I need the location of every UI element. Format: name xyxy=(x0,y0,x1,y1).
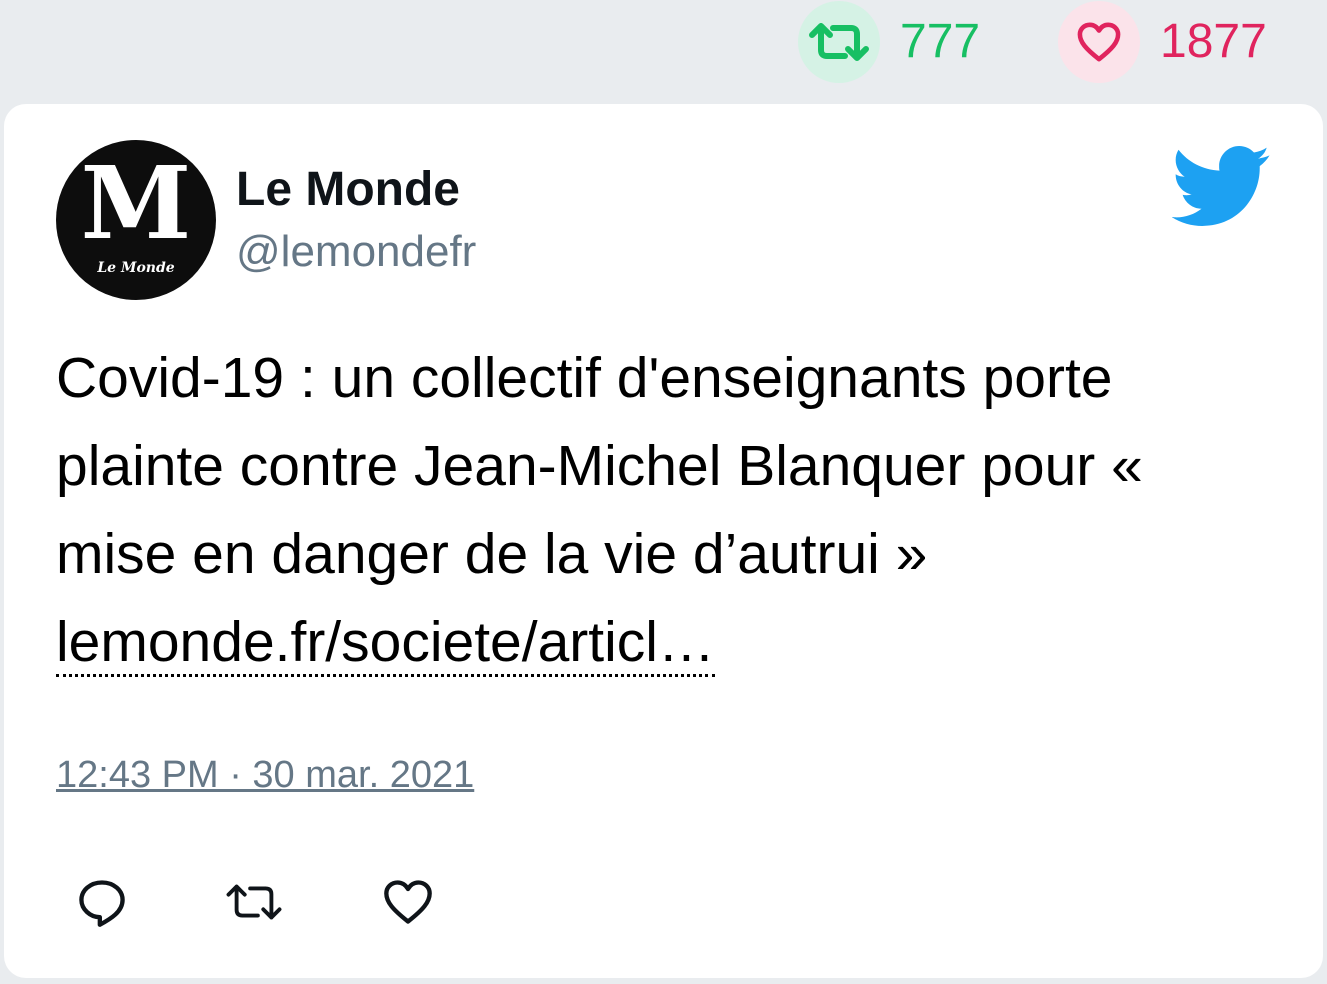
retweet-icon[interactable] xyxy=(798,1,880,83)
twitter-bird-icon[interactable] xyxy=(1172,146,1272,228)
like-count: 1877 xyxy=(1160,15,1267,68)
engagement-stats: 777 1877 xyxy=(0,0,1327,100)
tweet-timestamp[interactable]: 12:43 PM · 30 mar. 2021 xyxy=(56,756,474,794)
le-monde-logo: M xyxy=(80,144,192,262)
tweet-card: M Le Monde Le Monde @lemondefr Covid-19 … xyxy=(4,104,1323,978)
heart-icon[interactable] xyxy=(378,872,438,932)
tweet-body: Covid-19 : un collectif d'enseignants po… xyxy=(56,346,1143,586)
like-stat[interactable]: 1877 xyxy=(1058,0,1267,84)
author-name[interactable]: Le Monde xyxy=(236,166,460,214)
heart-icon[interactable] xyxy=(1058,1,1140,83)
retweet-count: 777 xyxy=(900,15,981,68)
le-monde-logo-caption: Le Monde xyxy=(97,260,175,276)
author-handle[interactable]: @lemondefr xyxy=(236,230,476,274)
article-link[interactable]: lemonde.fr/societe/articl… xyxy=(56,610,715,677)
tweet-text: Covid-19 : un collectif d'enseignants po… xyxy=(56,334,1256,686)
avatar[interactable]: M Le Monde xyxy=(56,140,216,300)
retweet-icon[interactable] xyxy=(224,872,284,932)
retweet-stat[interactable]: 777 xyxy=(798,0,980,84)
reply-icon[interactable] xyxy=(72,872,132,932)
